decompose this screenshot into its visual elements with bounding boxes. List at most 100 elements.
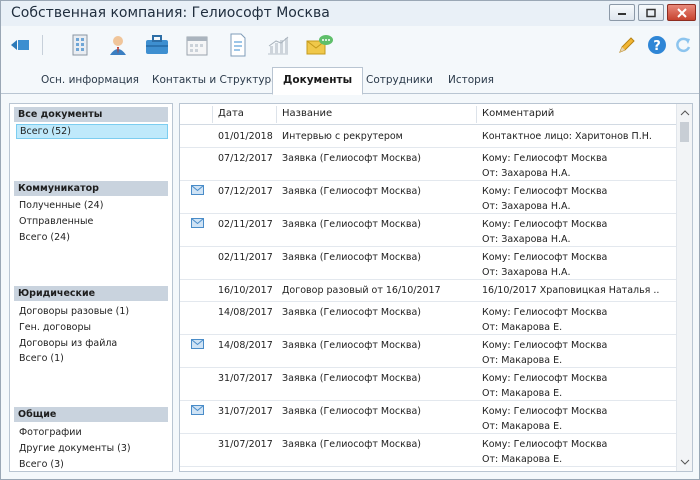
column-divider: [276, 106, 277, 123]
chart-icon[interactable]: [263, 30, 293, 60]
table-row[interactable]: 07/12/2017 Заявка (Гелиософт Москва) Кому:…: [180, 148, 676, 181]
group-header-general: Общие: [14, 407, 168, 422]
cell-comment: От: Захарова Н.А.: [482, 201, 571, 212]
table-row[interactable]: 16/10/2017 Договор разовый от 16/10/2017 1…: [180, 280, 676, 302]
toolbar: ?: [1, 26, 699, 64]
cell-name: Заявка (Гелиософт Москва): [282, 252, 422, 263]
toolbar-separator: [42, 35, 43, 55]
cell-name: Заявка (Гелиософт Москва): [282, 373, 422, 384]
group-item-contracts-from-file[interactable]: Договоры из файла: [19, 336, 117, 351]
cell-comment: От: Захарова Н.А.: [482, 267, 571, 278]
table-row[interactable]: 31/07/2017 Заявка (Гелиософт Москва) Кому:…: [180, 368, 676, 401]
maximize-button[interactable]: [638, 4, 664, 21]
column-divider: [476, 106, 477, 123]
table-row[interactable]: 01/01/2018 Интервью с рекрутером Контактно…: [180, 126, 676, 148]
svg-text:?: ?: [653, 39, 661, 54]
cell-name: Заявка (Гелиософт Москва): [282, 219, 422, 230]
group-item-legal-total[interactable]: Всего (1): [19, 351, 64, 366]
mail-icon: [191, 218, 204, 228]
cell-comment: Кому: Гелиософт Москва: [482, 153, 608, 164]
cell-name: Договор разовый от 16/10/2017: [282, 285, 441, 296]
mail-icon: [191, 471, 204, 472]
table-row[interactable]: 31/07/2017 Заявка (Гелиософт Москва) Кому:…: [180, 401, 676, 434]
cell-comment: Кому: Гелиософт Москва: [482, 340, 608, 351]
mail-icon: [191, 339, 204, 349]
cell-comment: Кому: Гелиософт Москва: [482, 439, 608, 450]
cell-name: Заявка (Гелиософт Москва): [282, 153, 422, 164]
refresh-icon[interactable]: [668, 30, 698, 60]
column-header-comment[interactable]: Комментарий: [482, 104, 554, 125]
back-icon[interactable]: [5, 30, 35, 60]
table-header: Дата Название Комментарий: [180, 104, 676, 125]
table-row[interactable]: 14/08/2017 Заявка (Гелиософт Москва) Кому:…: [180, 335, 676, 368]
cell-comment: Кому: Гелиософт Москва: [482, 219, 608, 230]
close-icon: [676, 7, 687, 18]
group-item-all-total[interactable]: Всего (52): [16, 124, 168, 139]
cell-date: 07/12/2017: [218, 153, 273, 164]
briefcase-icon[interactable]: [142, 30, 172, 60]
cell-comment: От: Макарова Е.: [482, 388, 563, 399]
close-button[interactable]: [667, 4, 696, 21]
document-icon[interactable]: [223, 30, 253, 60]
cell-comment: От: Макарова Е.: [482, 322, 563, 333]
cell-comment: 16/10/2017 Храповицкая Наталья ...: [482, 285, 660, 296]
mail-icon: [191, 405, 204, 415]
tab-history[interactable]: История: [438, 68, 504, 94]
scrollbar-thumb[interactable]: [680, 122, 689, 142]
group-item-received[interactable]: Полученные (24): [19, 198, 103, 213]
tab-employees[interactable]: Сотрудники: [356, 68, 443, 94]
column-header-name[interactable]: Название: [282, 104, 332, 125]
scroll-down-icon: [680, 459, 690, 465]
group-item-communicator-total[interactable]: Всего (24): [19, 230, 70, 245]
group-item-general-contracts[interactable]: Ген. договоры: [19, 320, 91, 335]
group-item-other-documents[interactable]: Другие документы (3): [19, 441, 131, 456]
table-row[interactable]: 31/07/2017 Заявка (Гелиософт Москва) Кому:…: [180, 434, 676, 467]
cell-date: 02/11/2017: [218, 252, 273, 263]
group-item-one-time-contracts[interactable]: Договоры разовые (1): [19, 304, 129, 319]
table-row[interactable]: 02/11/2017 Заявка (Гелиософт Москва) Кому:…: [180, 247, 676, 280]
cell-date: 01/01/2018: [218, 131, 273, 142]
cell-date: 31/07/2017: [218, 439, 273, 450]
cell-comment: Контактное лицо: Харитонов П.Н.: [482, 131, 652, 142]
window: Собственная компания: Гелиософт Москва ?…: [0, 0, 700, 480]
cell-comment: Кому: Гелиософт Москва: [482, 186, 608, 197]
pencil-icon[interactable]: [612, 30, 642, 60]
cell-date: 14/08/2017: [218, 340, 273, 351]
group-item-sent[interactable]: Отправленные: [19, 214, 93, 229]
group-item-photos[interactable]: Фотографии: [19, 425, 82, 440]
cell-date: 14/08/2017: [218, 307, 273, 318]
cell-comment: Кому: Гелиософт Москва: [482, 307, 608, 318]
tab-main-info[interactable]: Осн. информация: [31, 68, 149, 94]
cell-date: 16/10/2017: [218, 285, 273, 296]
table-row[interactable]: [180, 467, 676, 472]
cell-comment: От: Макарова Е.: [482, 454, 563, 465]
cell-name: Заявка (Гелиософт Москва): [282, 406, 422, 417]
cell-name: Заявка (Гелиософт Москва): [282, 439, 422, 450]
cell-date: 31/07/2017: [218, 373, 273, 384]
table-row[interactable]: 02/11/2017 Заявка (Гелиософт Москва) Кому:…: [180, 214, 676, 247]
cell-comment: Кому: Гелиософт Москва: [482, 406, 608, 417]
message-icon[interactable]: [305, 30, 335, 60]
column-header-date[interactable]: Дата: [218, 104, 244, 125]
group-header-all: Все документы: [14, 107, 168, 122]
table-row[interactable]: 14/08/2017 Заявка (Гелиософт Москва) Кому:…: [180, 302, 676, 335]
tab-bar: Осн. информация Контакты и Структура Док…: [1, 66, 699, 95]
calendar-icon[interactable]: [182, 30, 212, 60]
document-groups-panel: Все документы Всего (52) Коммуникатор По…: [9, 103, 173, 472]
table-row[interactable]: 07/12/2017 Заявка (Гелиософт Москва) Кому:…: [180, 181, 676, 214]
person-icon[interactable]: [103, 30, 133, 60]
tab-documents[interactable]: Документы: [272, 67, 364, 95]
tab-contacts[interactable]: Контакты и Структура: [142, 68, 288, 94]
cell-name: Заявка (Гелиософт Москва): [282, 186, 422, 197]
building-icon[interactable]: [65, 30, 95, 60]
maximize-icon: [646, 8, 656, 17]
cell-name: Интервью с рекрутером: [282, 131, 403, 142]
window-title: Собственная компания: Гелиософт Москва: [11, 5, 330, 21]
minimize-button[interactable]: [609, 4, 635, 21]
group-item-general-total[interactable]: Всего (3): [19, 457, 64, 471]
title-bar: Собственная компания: Гелиософт Москва: [1, 1, 699, 26]
vertical-scrollbar[interactable]: [676, 104, 692, 471]
group-header-communicator: Коммуникатор: [14, 181, 168, 196]
cell-comment: От: Макарова Е.: [482, 421, 563, 432]
cell-comment: От: Захарова Н.А.: [482, 168, 571, 179]
